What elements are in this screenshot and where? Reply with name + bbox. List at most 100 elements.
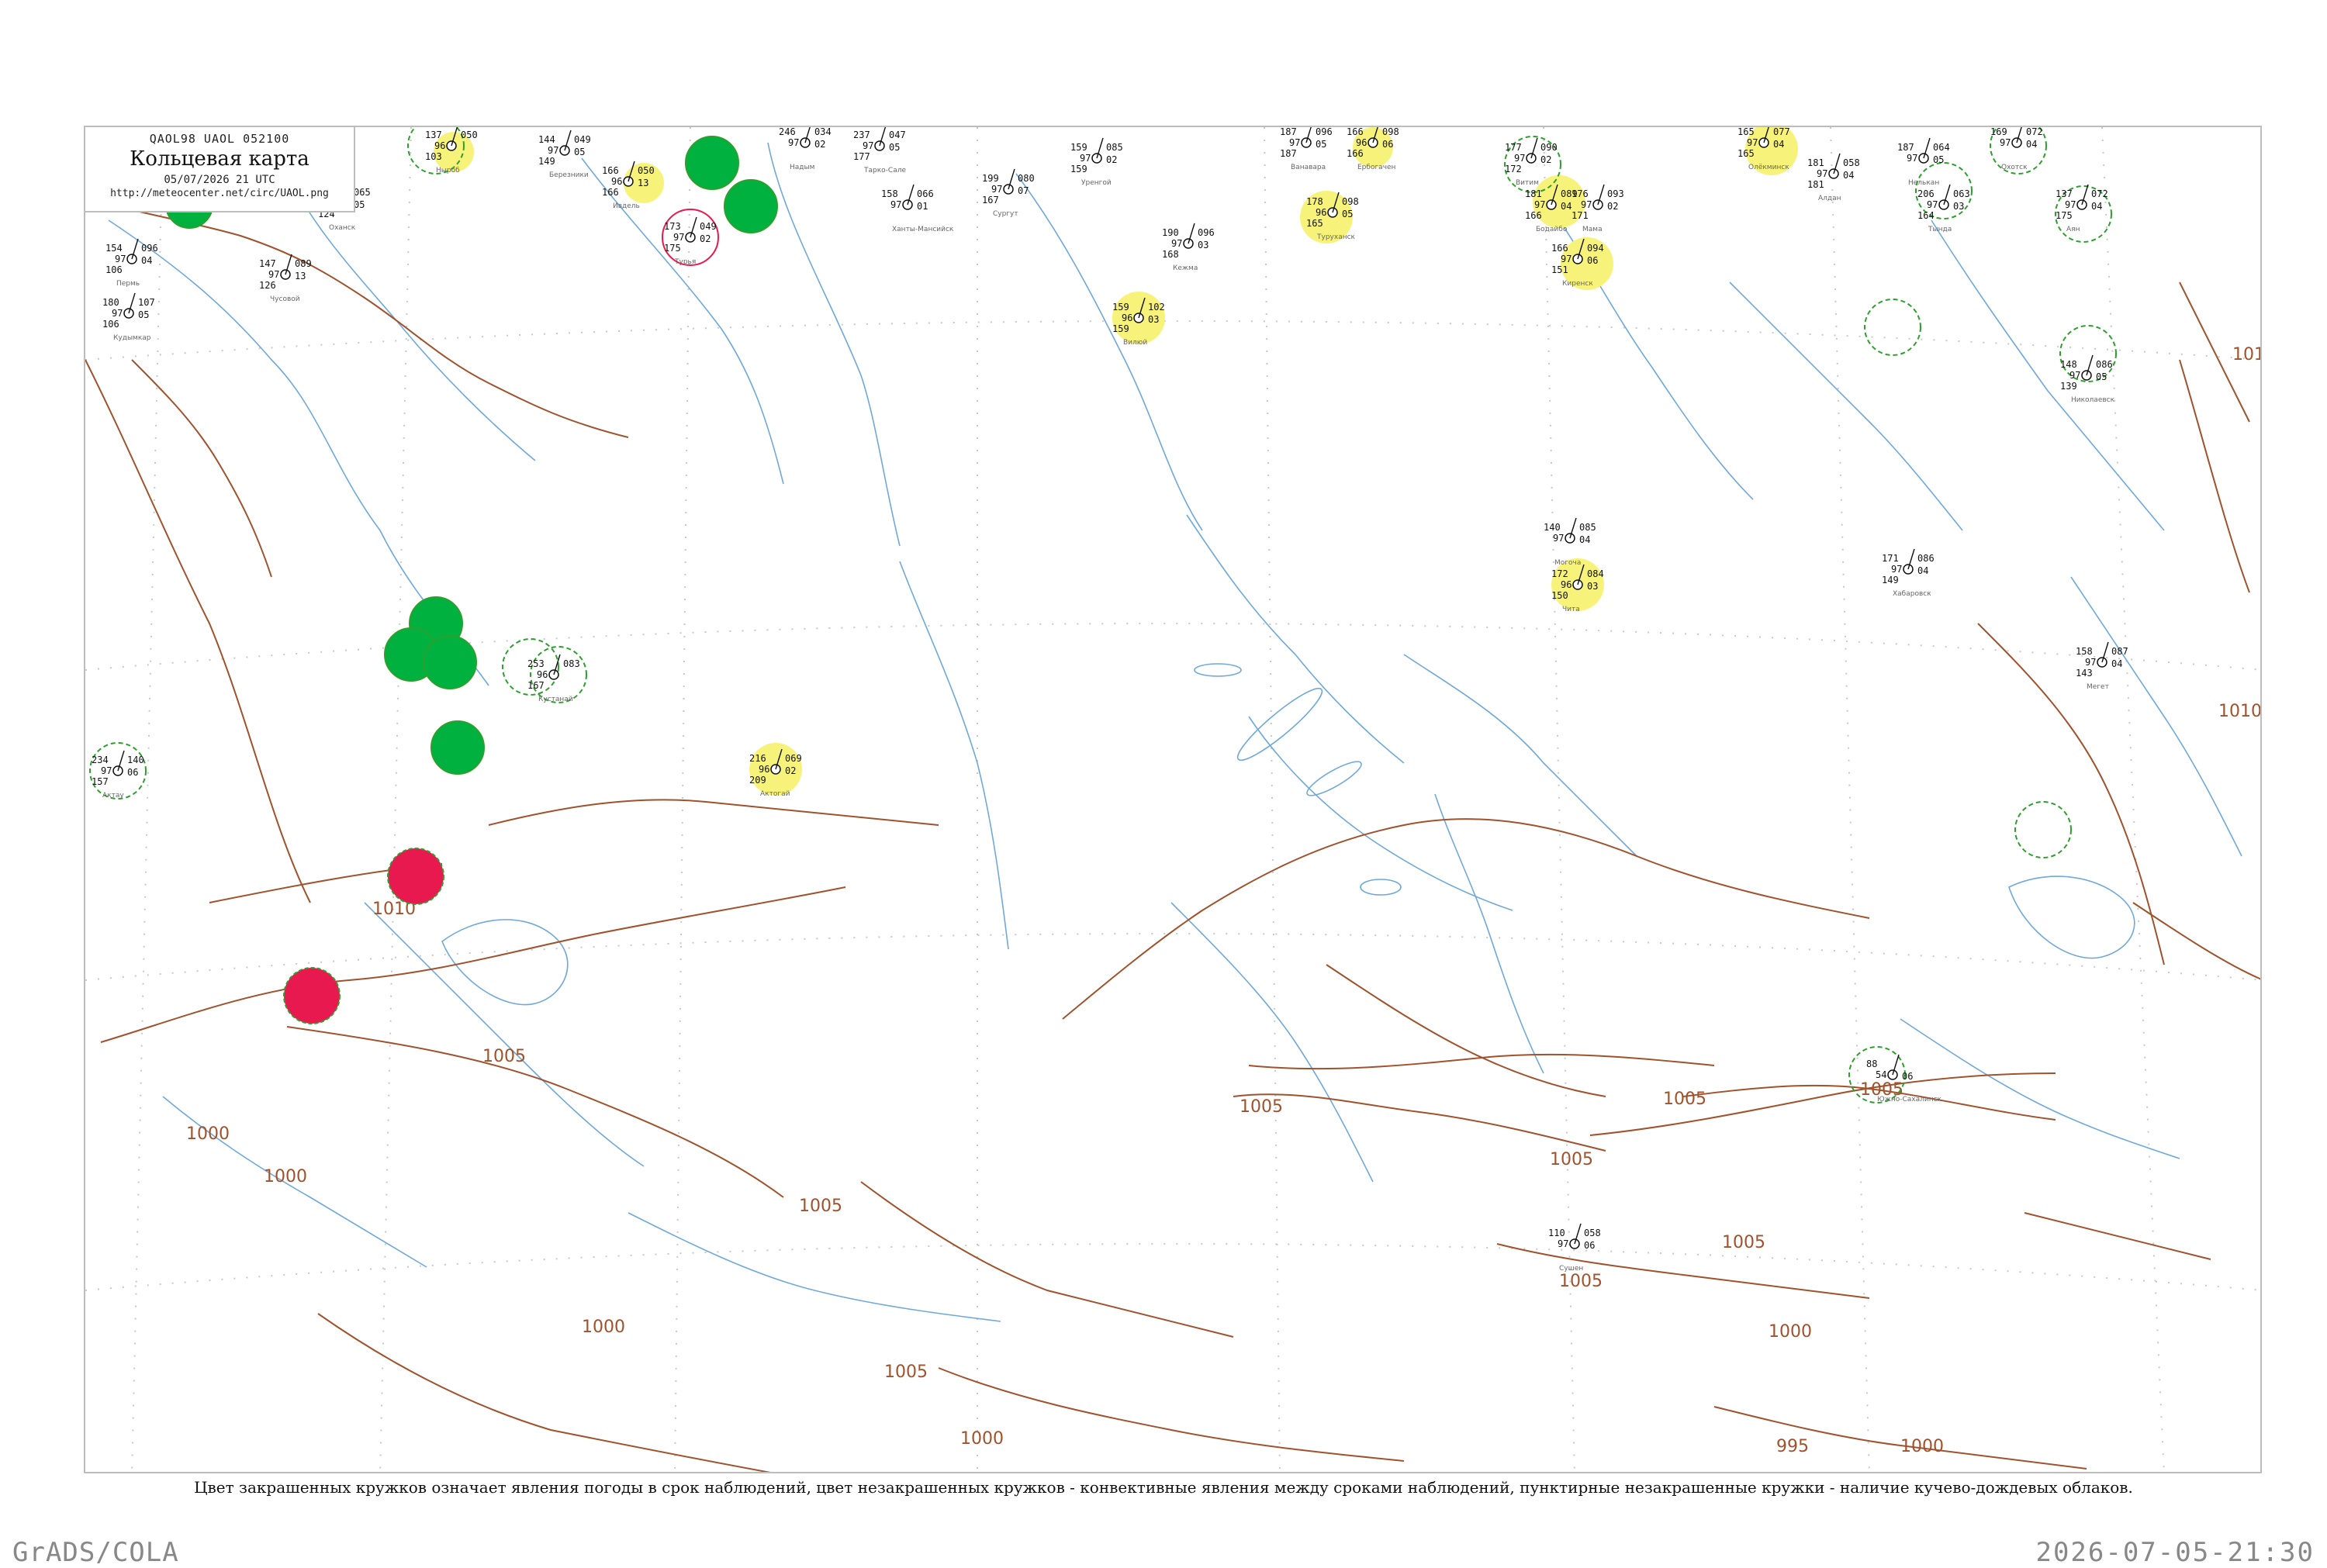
station-name: Сургут [993, 210, 1018, 218]
station-weather-code: 96 [759, 764, 769, 775]
station-temp: 216 [749, 753, 766, 764]
station-model: 110 058 97 06 Сушен [1548, 1223, 1601, 1273]
station-weather-code: 96 [1561, 579, 1572, 590]
station-dewpoint: 143 [2076, 668, 2093, 679]
station-tendency: 04 [2091, 201, 2102, 212]
station-weather-code: 97 [1514, 153, 1525, 164]
station-pressure: 096 [1198, 227, 1215, 238]
isobar-label: 1000 [186, 1124, 230, 1144]
station-dewpoint: 166 [602, 187, 619, 198]
station-model: 137 072 97 04 175 Аян [2056, 184, 2108, 233]
station-name: Пермь [116, 280, 140, 288]
station-pressure: 096 [1316, 127, 1333, 137]
isobar-labels: 1010101010101005100510051005100510051005… [186, 345, 2262, 1456]
station-temp: 176 [1572, 188, 1589, 199]
station-temp: 187 [1280, 127, 1297, 137]
station-dewpoint: 157 [92, 776, 109, 787]
isobar-label: 1005 [884, 1363, 928, 1382]
station-tendency: 05 [889, 142, 900, 153]
station-temp: 158 [881, 188, 898, 199]
station-model: 246 034 97 02 Надым [779, 127, 832, 171]
station-temp: 166 [1551, 243, 1568, 254]
station-model: 180 107 97 05 106 Кудымкар [102, 292, 155, 342]
station-temp: 199 [982, 173, 999, 184]
station-name: Нелькан [1908, 179, 1939, 187]
station-temp: 158 [2076, 646, 2093, 657]
station-dewpoint: 164 [1917, 210, 1935, 221]
station-tendency: 05 [2096, 371, 2107, 382]
station-name: Витим [1516, 179, 1539, 187]
cb-ring [2014, 801, 2072, 858]
isobar-label: 1000 [1769, 1322, 1812, 1342]
station-tendency: 13 [638, 178, 648, 188]
station-weather-code: 96 [434, 140, 445, 151]
station-pressure: 086 [2096, 359, 2113, 370]
station-weather-code: 97 [1534, 199, 1545, 210]
station-pressure: 089 [295, 258, 312, 269]
station-tendency: 01 [917, 201, 928, 212]
station-dewpoint: 151 [1551, 264, 1568, 275]
station-pressure: 090 [1540, 142, 1558, 153]
isobar-label: 1005 [1550, 1150, 1593, 1169]
station-pressure: 072 [2091, 188, 2108, 199]
station-tendency: 07 [1018, 185, 1029, 196]
station-weather-code: 97 [2069, 370, 2080, 381]
map-code-line: QAOL98 UAOL 052100 [149, 132, 290, 146]
graticule [85, 127, 2260, 1472]
station-tendency: 02 [1607, 201, 1618, 212]
station-dewpoint: 149 [1882, 575, 1899, 585]
station-tendency: 03 [1587, 581, 1598, 592]
station-name: Ербогачен [1357, 164, 1396, 171]
isobar-label: 1005 [1663, 1090, 1706, 1109]
station-tendency: 05 [574, 147, 585, 157]
cb-ring [1864, 299, 1921, 356]
station-pressure: 064 [1933, 142, 1950, 153]
station-weather-code: 97 [1817, 168, 1827, 179]
station-model: 159 085 97 02 159 Уренгой [1070, 137, 1123, 187]
isobar-label: 1010 [2232, 345, 2262, 364]
station-name: Березники [549, 171, 589, 179]
station-dewpoint: 166 [1525, 210, 1542, 221]
station-name: Могоча [1554, 559, 1581, 567]
isobar-label: 1010 [2218, 702, 2262, 721]
footer-software: GrADS/COLA [12, 1537, 179, 1568]
station-weather-code: 96 [1316, 207, 1326, 218]
station-name: Надым [790, 164, 814, 171]
station-tendency: 05 [1933, 154, 1944, 165]
station-dewpoint: 172 [1505, 164, 1522, 174]
station-weather-code: 97 [2085, 657, 2096, 668]
isobar-label: 1000 [1900, 1437, 1944, 1456]
map-title: Кольцевая карта [130, 147, 309, 171]
station-tendency: 04 [2111, 658, 2122, 669]
station-dewpoint: 167 [527, 680, 545, 691]
station-weather-code: 97 [788, 137, 799, 148]
station-model: 190 096 97 03 168 Кежма [1162, 223, 1215, 272]
station-name: Туруханск [1316, 233, 1356, 241]
station-weather-code: 97 [2000, 137, 2011, 148]
rain-circle [423, 635, 477, 689]
station-dewpoint: 106 [105, 264, 123, 275]
map-url[interactable]: http://meteocenter.net/circ/UAOL.png [85, 188, 354, 199]
station-pressure: 072 [2026, 127, 2043, 137]
station-model: 148 086 97 05 139 Николаевск [2060, 354, 2115, 404]
station-tendency: 04 [1917, 565, 1928, 576]
station-weather-code: 97 [115, 254, 126, 264]
station-name: Киренск [1562, 280, 1593, 288]
station-dewpoint: 103 [425, 151, 442, 162]
station-weather-code: 97 [863, 140, 873, 151]
station-tendency: 05 [1342, 209, 1353, 219]
station-temp: 187 [1897, 142, 1914, 153]
station-tendency: 04 [1773, 139, 1784, 150]
station-tendency: 04 [1579, 534, 1590, 545]
map-title-box: QAOL98 UAOL 052100 Кольцевая карта 05/07… [84, 126, 355, 212]
station-temp: 166 [602, 165, 619, 176]
station-name: Кудымкар [113, 334, 151, 342]
station-model: 206 063 97 03 164 Тында [1917, 184, 1970, 233]
map-date: 05/07/2026 21 UTC [164, 174, 275, 186]
station-dewpoint: 139 [2060, 381, 2077, 392]
station-tendency: 03 [1198, 240, 1208, 250]
station-temp: 246 [779, 127, 796, 137]
station-dewpoint: 175 [664, 243, 681, 254]
station-weather-code: 97 [112, 308, 123, 319]
station-dewpoint: 165 [1306, 218, 1323, 229]
